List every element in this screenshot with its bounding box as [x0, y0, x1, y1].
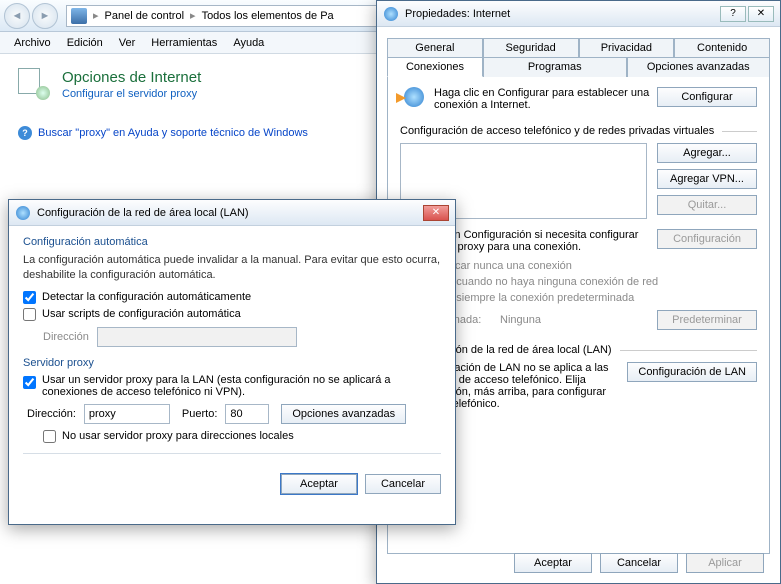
detect-auto-checkbox[interactable]	[23, 291, 36, 304]
inetprop-aceptar-button[interactable]: Aceptar	[514, 553, 592, 573]
tab-privacidad[interactable]: Privacidad	[579, 38, 675, 57]
setup-icon	[400, 87, 424, 111]
inetprop-titlebar[interactable]: Propiedades: Internet ? ✕	[377, 1, 780, 27]
menu-herramientas[interactable]: Herramientas	[143, 35, 225, 51]
lan-titlebar[interactable]: Configuración de la red de área local (L…	[9, 200, 455, 226]
dial-section-label: Configuración de acceso telefónico y de …	[400, 125, 714, 137]
lan-close-button[interactable]: ✕	[423, 205, 449, 221]
help-button[interactable]: ?	[720, 6, 746, 22]
internet-options-icon	[18, 68, 50, 100]
proxy-address-label: Dirección:	[27, 408, 76, 420]
use-proxy-checkbox[interactable]	[23, 376, 36, 389]
globe-icon	[383, 6, 399, 22]
configuracion-lan-button[interactable]: Configuración de LAN	[627, 362, 757, 382]
tab-programas[interactable]: Programas	[483, 57, 627, 77]
use-script-label: Usar scripts de configuración automática	[42, 308, 241, 320]
tab-contenido[interactable]: Contenido	[674, 38, 770, 57]
breadcrumb-seg-2[interactable]: Todos los elementos de Pa	[196, 6, 340, 26]
configurar-button[interactable]: Configurar	[657, 87, 757, 107]
auto-config-desc: La configuración automática puede invali…	[23, 253, 441, 283]
configuracion-button: Configuración	[657, 229, 757, 249]
inetprop-cancelar-button[interactable]: Cancelar	[600, 553, 678, 573]
page-title: Opciones de Internet	[62, 69, 201, 86]
use-script-checkbox[interactable]	[23, 308, 36, 321]
help-icon: ?	[18, 126, 32, 140]
menu-archivo[interactable]: Archivo	[6, 35, 59, 51]
proxy-address-input[interactable]	[84, 404, 170, 424]
quitar-button: Quitar...	[657, 195, 757, 215]
page-subtitle[interactable]: Configurar el servidor proxy	[62, 88, 201, 100]
lan-settings-dialog: Configuración de la red de área local (L…	[8, 199, 456, 525]
lan-title: Configuración de la red de área local (L…	[37, 207, 249, 219]
tab-general[interactable]: General	[387, 38, 483, 57]
predeterminar-button: Predeterminar	[657, 310, 757, 330]
bypass-local-label: No usar servidor proxy para direcciones …	[62, 430, 294, 442]
control-panel-icon	[71, 8, 87, 24]
tab-opciones-avanzadas[interactable]: Opciones avanzadas	[627, 57, 771, 77]
auto-config-heading: Configuración automática	[23, 236, 441, 248]
opciones-avanzadas-button[interactable]: Opciones avanzadas	[281, 404, 406, 424]
menu-ayuda[interactable]: Ayuda	[225, 35, 272, 51]
nav-forward-button[interactable]: ►	[32, 3, 58, 29]
close-button[interactable]: ✕	[748, 6, 774, 22]
proxy-heading: Servidor proxy	[23, 357, 441, 369]
script-address-label: Dirección	[43, 331, 89, 343]
menu-edicion[interactable]: Edición	[59, 35, 111, 51]
agregar-button[interactable]: Agregar...	[657, 143, 757, 163]
predeterminada-value: Ninguna	[500, 314, 657, 326]
setup-text: Haga clic en Configurar para establecer …	[434, 87, 657, 111]
lan-cancelar-button[interactable]: Cancelar	[365, 474, 441, 494]
lan-title-icon	[15, 205, 31, 221]
nav-back-button[interactable]: ◄	[4, 3, 30, 29]
lan-aceptar-button[interactable]: Aceptar	[281, 474, 357, 494]
detect-auto-label: Detectar la configuración automáticament…	[42, 291, 251, 303]
use-proxy-label: Usar un servidor proxy para la LAN (esta…	[42, 374, 441, 398]
tab-seguridad[interactable]: Seguridad	[483, 38, 579, 57]
breadcrumb-seg-1[interactable]: Panel de control	[99, 6, 191, 26]
menu-ver[interactable]: Ver	[111, 35, 144, 51]
proxy-port-label: Puerto:	[182, 408, 217, 420]
inetprop-aplicar-button: Aplicar	[686, 553, 764, 573]
script-address-input	[97, 327, 297, 347]
help-search-text: Buscar "proxy" en Ayuda y soporte técnic…	[38, 127, 308, 139]
bypass-local-checkbox[interactable]	[43, 430, 56, 443]
proxy-port-input[interactable]	[225, 404, 269, 424]
tab-conexiones[interactable]: Conexiones	[387, 57, 483, 77]
agregar-vpn-button[interactable]: Agregar VPN...	[657, 169, 757, 189]
inetprop-title: Propiedades: Internet	[405, 8, 510, 20]
